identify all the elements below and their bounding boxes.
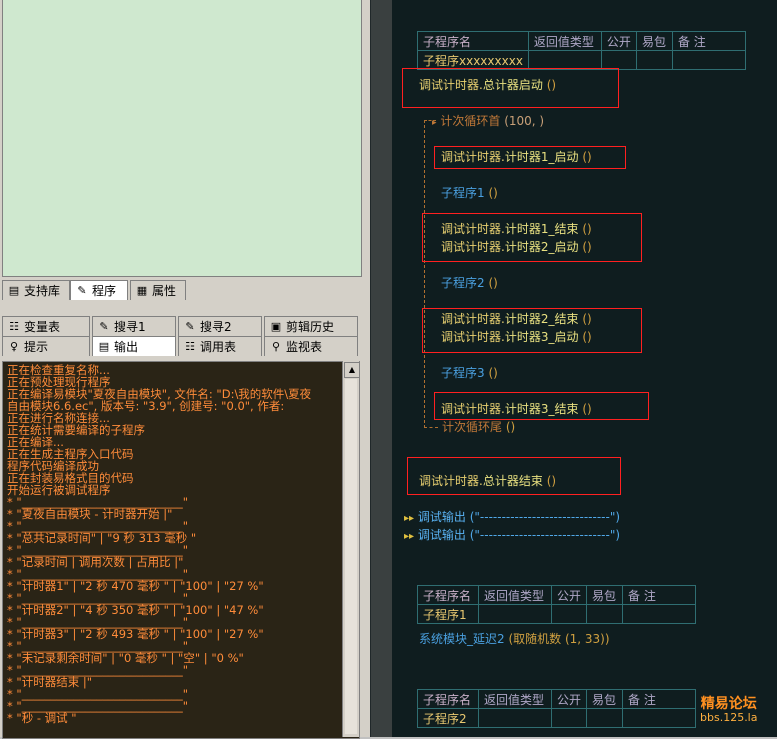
highlight-box [407,457,621,495]
col-sub-name: 子程序名 [417,585,479,605]
public-cell[interactable] [600,50,637,70]
col-return-type: 返回值类型 [478,689,552,709]
left-panel: ▤ 支持库 ✎ 程序 ▦ 属性 ☷ 变量表 ✎ 搜寻1 ✎ 搜寻2 ▣ 剪辑历史 [0,0,370,739]
return-type-cell[interactable] [527,50,602,70]
subroutine-table-sub2: 子程序名 返回值类型 公开 易包 备 注 子程序2 [417,689,697,728]
watch-icon: ⚲ [271,339,281,353]
col-remark: 备 注 [622,585,697,605]
debug-arrow-icon: ▸▸ [404,513,415,524]
debug-arrow-icon: ▸▸ [404,531,415,542]
epackage-cell[interactable] [586,708,624,728]
col-remark: 备 注 [671,31,746,51]
col-public: 公开 [550,585,588,605]
tab-watch-table[interactable]: ⚲ 监视表 [264,336,358,356]
sub-name-cell[interactable]: 子程序1 [417,604,479,624]
clipboard-icon: ▣ [270,319,282,333]
tab-output[interactable]: ▤ 输出 [92,336,176,356]
loop-guide-line [424,120,425,428]
output-lines: 正在检查重复名称... 正在预处理现行程序 正在编译易模块"夏夜自由模块", 文件名… [3,362,359,724]
public-cell[interactable] [550,708,588,728]
code-line-debug-out-2[interactable]: ▸▸ 调试输出 ("------------------------------… [404,526,620,543]
sub-name-cell[interactable]: 子程序xxxxxxxxx [417,50,529,70]
top-tabbar: ▤ 支持库 ✎ 程序 ▦ 属性 [0,280,370,302]
scroll-up-icon[interactable]: ▲ [344,362,360,378]
tab-search1[interactable]: ✎ 搜寻1 [92,316,176,336]
subroutine-table-sub1: 子程序名 返回值类型 公开 易包 备 注 子程序1 [417,585,697,624]
tab-variables[interactable]: ☷ 变量表 [2,316,90,336]
public-cell[interactable] [550,604,588,624]
highlight-box [434,146,626,169]
calltable-icon: ☷ [185,339,195,353]
code-line-sub2[interactable]: 子程序2 () [441,274,498,291]
return-type-cell[interactable] [478,708,552,728]
col-return-type: 返回值类型 [478,585,552,605]
epackage-cell[interactable] [635,50,673,70]
return-type-cell[interactable] [478,604,552,624]
highlight-box [434,392,649,420]
col-epackage: 易包 [586,689,624,709]
col-sub-name: 子程序名 [417,31,529,51]
output-icon: ▤ [98,339,110,353]
library-icon: ▤ [8,283,20,297]
col-epackage: 易包 [586,585,624,605]
code-line-sub1[interactable]: 子程序1 () [441,184,498,201]
loop-arrow-icon: ▸ [432,118,437,128]
subroutine-table-main: 子程序名 返回值类型 公开 易包 备 注 子程序xxxxxxxxx [417,31,746,70]
program-icon: ✎ [77,283,87,297]
search-icon: ✎ [99,319,109,333]
remark-cell[interactable] [671,50,746,70]
highlight-box [402,68,619,108]
tab-search2[interactable]: ✎ 搜寻2 [178,316,262,336]
search-icon: ✎ [185,319,195,333]
tool-tabbar-row1: ☷ 变量表 ✎ 搜寻1 ✎ 搜寻2 ▣ 剪辑历史 [0,316,360,338]
project-tree-pane[interactable] [2,0,362,277]
variables-icon: ☷ [9,319,19,333]
col-epackage: 易包 [635,31,673,51]
tab-clip-history[interactable]: ▣ 剪辑历史 [264,316,358,336]
tab-properties[interactable]: ▦ 属性 [130,280,186,300]
col-remark: 备 注 [622,689,697,709]
hint-icon: ♀ [9,339,19,353]
properties-icon: ▦ [136,283,148,297]
code-line-sub1-body[interactable]: 系统模块_延迟2 (取随机数 (1, 33)) [419,630,610,647]
tab-call-table[interactable]: ☷ 调用表 [178,336,262,356]
loop-guide-bottom [424,427,438,428]
col-sub-name: 子程序名 [417,689,479,709]
code-line-debug-out-1[interactable]: ▸▸ 调试输出 ("------------------------------… [404,508,620,525]
output-line: * "秒 - 调试 " [7,711,77,725]
code-line-loop-head[interactable]: ▸ 计次循环首 (100, ) [432,112,544,129]
highlight-box [422,213,642,262]
remark-cell[interactable] [622,708,697,728]
output-scrollbar[interactable]: ▲ [342,361,360,737]
col-public: 公开 [600,31,637,51]
tab-support-library[interactable]: ▤ 支持库 [2,280,70,300]
code-line-sub3[interactable]: 子程序3 () [441,364,498,381]
remark-cell[interactable] [622,604,697,624]
output-pane[interactable]: 正在检查重复名称... 正在预处理现行程序 正在编译易模块"夏夜自由模块", 文件名… [2,361,360,739]
sub-name-cell[interactable]: 子程序2 [417,708,479,728]
site-watermark: 精易论坛 bbs.125.la [700,696,758,724]
scrollbar-track[interactable] [345,379,357,734]
col-public: 公开 [550,689,588,709]
code-editor[interactable]: 子程序名 返回值类型 公开 易包 备 注 子程序xxxxxxxxx 调试计时器.… [392,0,777,737]
tool-tabbar-row2: ♀ 提示 ▤ 输出 ☷ 调用表 ⚲ 监视表 [0,336,360,358]
code-line-loop-tail[interactable]: 计次循环尾 () [442,418,515,435]
pane-splitter[interactable] [370,0,393,737]
col-return-type: 返回值类型 [527,31,602,51]
epackage-cell[interactable] [586,604,624,624]
highlight-box [422,308,642,353]
tab-program[interactable]: ✎ 程序 [70,280,128,300]
tab-hint[interactable]: ♀ 提示 [2,336,90,356]
